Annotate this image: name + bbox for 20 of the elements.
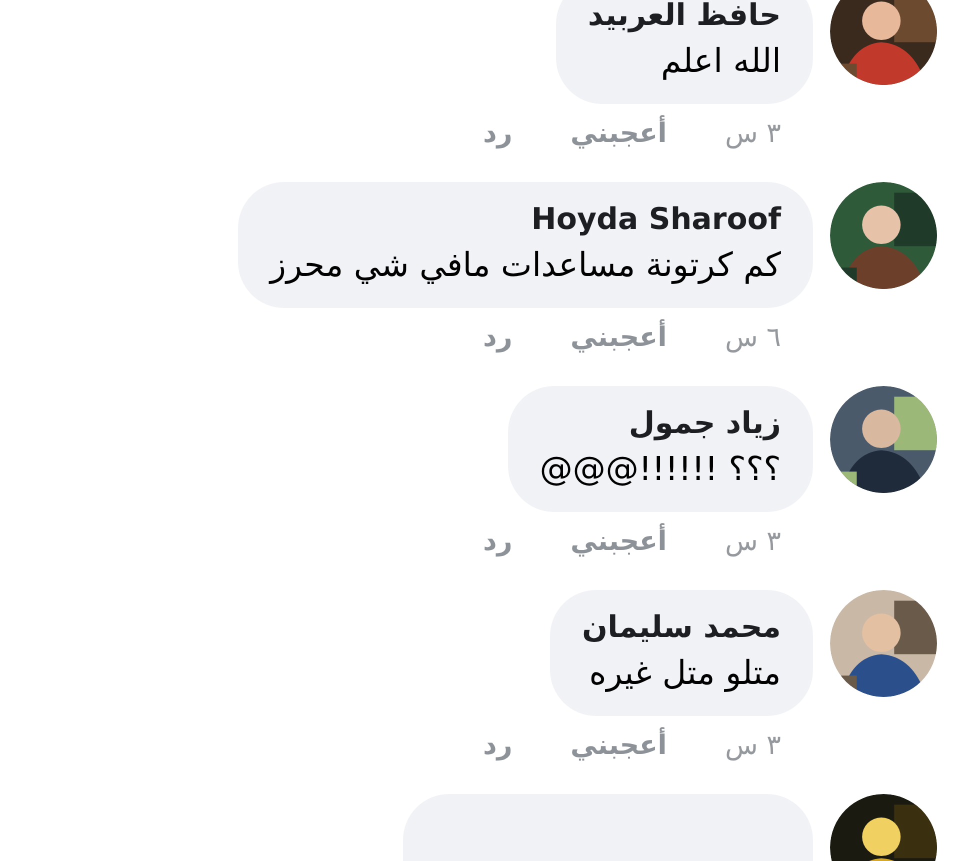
comment-time: ٣ س: [724, 116, 781, 151]
comment-text: ؟؟؟ !!!!!!@@@: [540, 448, 781, 490]
author-name[interactable]: Hoyda Sharoof: [531, 200, 781, 240]
like-button[interactable]: أعجبني: [570, 726, 667, 766]
author-name[interactable]: زياد جمول: [628, 404, 781, 444]
comment-text: كم كرتونة مساعدات مافي شي محرز: [270, 244, 781, 286]
reply-button[interactable]: رد: [483, 522, 512, 562]
comment-time: ٣ س: [724, 728, 781, 763]
author-name[interactable]: محمد سليمان: [582, 608, 781, 648]
like-button[interactable]: أعجبني: [570, 114, 667, 154]
like-button[interactable]: أعجبني: [570, 522, 667, 562]
comment-text: الله اعلم: [660, 40, 781, 82]
reply-button[interactable]: رد: [483, 726, 512, 766]
comment-text: متلو متل غيره: [589, 652, 781, 694]
reply-button[interactable]: رد: [483, 114, 512, 154]
like-button[interactable]: أعجبني: [570, 318, 667, 358]
reply-button[interactable]: رد: [483, 318, 512, 358]
comment-time: ٦ س: [724, 320, 781, 355]
author-name[interactable]: حافظ العربيد: [588, 0, 781, 36]
comment-time: ٣ س: [724, 524, 781, 559]
